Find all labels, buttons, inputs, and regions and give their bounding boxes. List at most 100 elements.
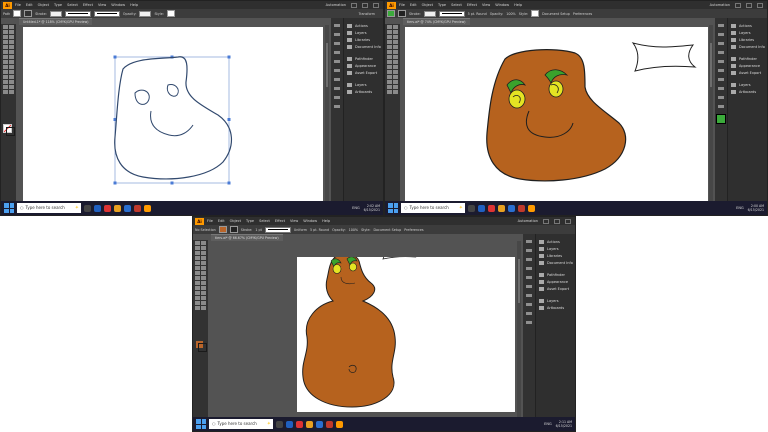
panel-asset-export[interactable]: Asset Export	[536, 285, 575, 292]
panel-layers[interactable]: Layers	[536, 245, 575, 252]
rectangle-tool-icon[interactable]	[195, 261, 200, 265]
photoshop-icon[interactable]	[124, 204, 131, 212]
panel-libraries[interactable]: Libraries	[536, 252, 575, 259]
selection-tool-icon[interactable]	[195, 241, 200, 245]
menu-file[interactable]: File	[207, 219, 213, 223]
panel-appearance[interactable]: Appearance	[536, 278, 575, 285]
pen-tool-icon[interactable]	[3, 35, 8, 39]
powerpoint-icon[interactable]	[518, 204, 525, 212]
vertical-scrollbar[interactable]	[709, 25, 713, 203]
zoom-tool-icon[interactable]	[393, 90, 398, 94]
photoshop-icon[interactable]	[316, 420, 323, 428]
pencil-tool-icon[interactable]	[195, 266, 200, 270]
gradient-tool-icon[interactable]	[201, 286, 206, 290]
panel-artboards[interactable]: Artboards	[344, 88, 383, 95]
gradient-tool-icon[interactable]	[393, 70, 398, 74]
menu-view[interactable]: View	[98, 3, 106, 7]
curvature-tool-icon[interactable]	[201, 251, 206, 255]
lasso-icon[interactable]	[9, 30, 14, 34]
perspective-grid-icon[interactable]	[9, 65, 14, 69]
artboard-tool-icon[interactable]	[195, 301, 200, 305]
width-tool-icon[interactable]	[195, 276, 200, 280]
menu-effect[interactable]: Effect	[467, 3, 477, 7]
menu-type[interactable]: Type	[54, 3, 62, 7]
stroke-color[interactable]	[6, 127, 15, 136]
symbol-sprayer-icon[interactable]	[387, 80, 392, 84]
paintbrush-icon[interactable]	[9, 45, 14, 49]
magic-wand-icon[interactable]	[387, 30, 392, 34]
taskbar-search[interactable]: ○ Type here to search ✦	[17, 203, 81, 213]
menu-window[interactable]: Window	[303, 219, 317, 223]
menu-select[interactable]: Select	[451, 3, 462, 7]
graph-tool-icon[interactable]	[201, 296, 206, 300]
type-tool-icon[interactable]	[387, 40, 392, 44]
mesh-tool-icon[interactable]	[387, 70, 392, 74]
tiki-stacked-artwork[interactable]	[297, 244, 515, 412]
document-setup-button[interactable]: Document Setup	[373, 228, 401, 232]
free-transform-icon[interactable]	[9, 60, 14, 64]
pen-tool-icon[interactable]	[387, 35, 392, 39]
panel-actions[interactable]: Actions	[728, 22, 767, 29]
menu-help[interactable]: Help	[130, 3, 138, 7]
panel-pathfinder[interactable]: Pathfinder	[728, 55, 767, 62]
panel-actions[interactable]: Actions	[344, 22, 383, 29]
lasso-icon[interactable]	[201, 246, 206, 250]
menu-view[interactable]: View	[290, 219, 298, 223]
document-tab[interactable]: tiers.ai* @ 66.67% (CMYK/GPU Preview)	[211, 234, 283, 241]
task-view-icon[interactable]	[84, 204, 91, 212]
menu-effect[interactable]: Effect	[83, 3, 93, 7]
panel-appearance[interactable]: Appearance	[344, 62, 383, 69]
mesh-tool-icon[interactable]	[3, 70, 8, 74]
stroke-swatch[interactable]	[398, 10, 406, 17]
close-button[interactable]	[373, 2, 379, 8]
menu-select[interactable]: Select	[259, 219, 270, 223]
opera-icon[interactable]	[296, 420, 303, 428]
shape-builder-icon[interactable]	[387, 65, 392, 69]
stroke-color[interactable]	[198, 343, 207, 352]
perspective-grid-icon[interactable]	[393, 65, 398, 69]
width-tool-icon[interactable]	[387, 60, 392, 64]
close-button[interactable]	[565, 218, 571, 224]
panel-artboards[interactable]: Artboards	[536, 304, 575, 311]
brush-definition[interactable]: 5 pt. Round	[310, 228, 329, 232]
width-tool-icon[interactable]	[3, 60, 8, 64]
paintbrush-icon[interactable]	[201, 261, 206, 265]
fill-stroke-widget[interactable]	[195, 340, 207, 352]
edge-icon[interactable]	[286, 420, 293, 428]
selection-tool-icon[interactable]	[387, 25, 392, 29]
mesh-tool-icon[interactable]	[195, 286, 200, 290]
opacity-value[interactable]: 100%	[349, 228, 358, 232]
slice-tool-icon[interactable]	[9, 85, 14, 89]
line-tool-icon[interactable]	[9, 40, 14, 44]
close-button[interactable]	[757, 2, 763, 8]
gradient-tool-icon[interactable]	[9, 70, 14, 74]
fill-color-large[interactable]	[716, 114, 726, 124]
eraser-icon[interactable]	[201, 266, 206, 270]
illustrator-taskbar-icon[interactable]	[336, 420, 343, 428]
maximize-button[interactable]	[746, 2, 752, 8]
document-setup-button[interactable]: Document Setup	[542, 12, 570, 16]
artboard-tool-icon[interactable]	[387, 85, 392, 89]
stroke-swatch[interactable]	[24, 10, 33, 17]
pencil-tool-icon[interactable]	[387, 50, 392, 54]
blend-tool-icon[interactable]	[9, 75, 14, 79]
panel-layers[interactable]: Layers	[344, 29, 383, 36]
slice-tool-icon[interactable]	[201, 301, 206, 305]
shape-builder-icon[interactable]	[195, 281, 200, 285]
app-logo[interactable]: Ai	[3, 1, 12, 9]
fill-swatch[interactable]	[218, 226, 227, 233]
edge-icon[interactable]	[478, 204, 485, 212]
menu-edit[interactable]: Edit	[410, 3, 417, 7]
line-tool-icon[interactable]	[201, 256, 206, 260]
slice-tool-icon[interactable]	[393, 85, 398, 89]
uniform-label[interactable]: Uniform	[294, 228, 307, 232]
task-view-icon[interactable]	[468, 204, 475, 212]
symbol-sprayer-icon[interactable]	[195, 296, 200, 300]
symbol-sprayer-icon[interactable]	[3, 80, 8, 84]
panel-document-info[interactable]: Document Info	[344, 43, 383, 50]
taskbar-search[interactable]: ○ Type here to search ✦	[209, 419, 273, 429]
variable-width-profile[interactable]	[64, 10, 91, 17]
preferences-button[interactable]: Preferences	[573, 12, 592, 16]
menu-object[interactable]: Object	[230, 219, 241, 223]
language-indicator[interactable]: ENG	[352, 206, 360, 210]
